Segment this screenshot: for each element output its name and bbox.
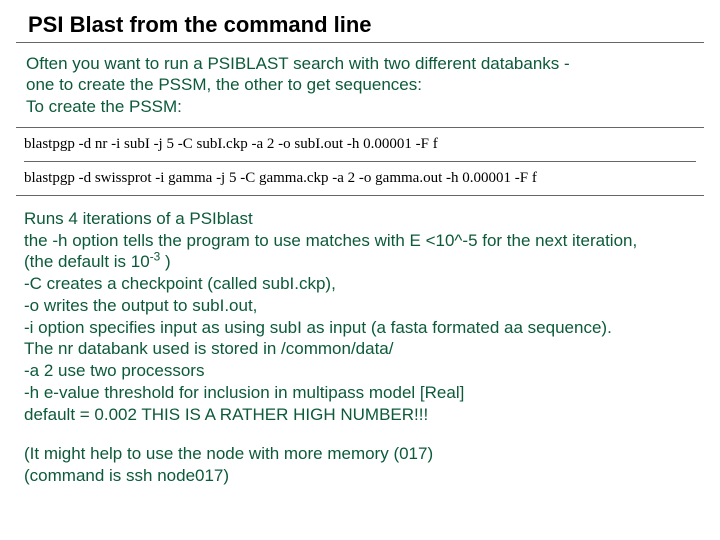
intro-line-1: Often you want to run a PSIBLAST search … <box>26 53 704 74</box>
command-1: blastpgp -d nr -i subI -j 5 -C subI.ckp … <box>24 136 696 153</box>
explain-line-3-pre: (the default is 10 <box>24 252 150 271</box>
footnote-line-1: (It might help to use the node with more… <box>24 443 704 465</box>
explain-line-1: Runs 4 iterations of a PSIblast <box>24 208 704 230</box>
explain-line-3-sup: -3 <box>150 250 161 264</box>
command-separator <box>24 161 696 162</box>
intro-line-2: one to create the PSSM, the other to get… <box>26 74 704 95</box>
explain-line-5: -o writes the output to subI.out, <box>24 295 704 317</box>
explain-line-9: -h e-value threshold for inclusion in mu… <box>24 382 704 404</box>
explain-line-4: -C creates a checkpoint (called subI.ckp… <box>24 273 704 295</box>
explain-line-3-post: ) <box>160 252 170 271</box>
slide-title: PSI Blast from the command line <box>16 12 704 40</box>
command-2: blastpgp -d swissprot -i gamma -j 5 -C g… <box>24 170 696 187</box>
footnote-block: (It might help to use the node with more… <box>16 443 704 487</box>
explain-line-8: -a 2 use two processors <box>24 360 704 382</box>
explanation-block: Runs 4 iterations of a PSIblast the -h o… <box>16 208 704 426</box>
explain-line-10: default = 0.002 THIS IS A RATHER HIGH NU… <box>24 404 704 426</box>
command-block: blastpgp -d nr -i subI -j 5 -C subI.ckp … <box>16 127 704 196</box>
footnote-line-2: (command is ssh node017) <box>24 465 704 487</box>
explain-line-3: (the default is 10-3 ) <box>24 251 704 273</box>
title-rule <box>16 42 704 43</box>
explain-line-2: the -h option tells the program to use m… <box>24 230 704 252</box>
explain-line-6: -i option specifies input as using subI … <box>24 317 704 339</box>
explain-line-7: The nr databank used is stored in /commo… <box>24 338 704 360</box>
intro-block: Often you want to run a PSIBLAST search … <box>16 53 704 117</box>
intro-line-3: To create the PSSM: <box>26 96 704 117</box>
slide: PSI Blast from the command line Often yo… <box>0 0 720 487</box>
